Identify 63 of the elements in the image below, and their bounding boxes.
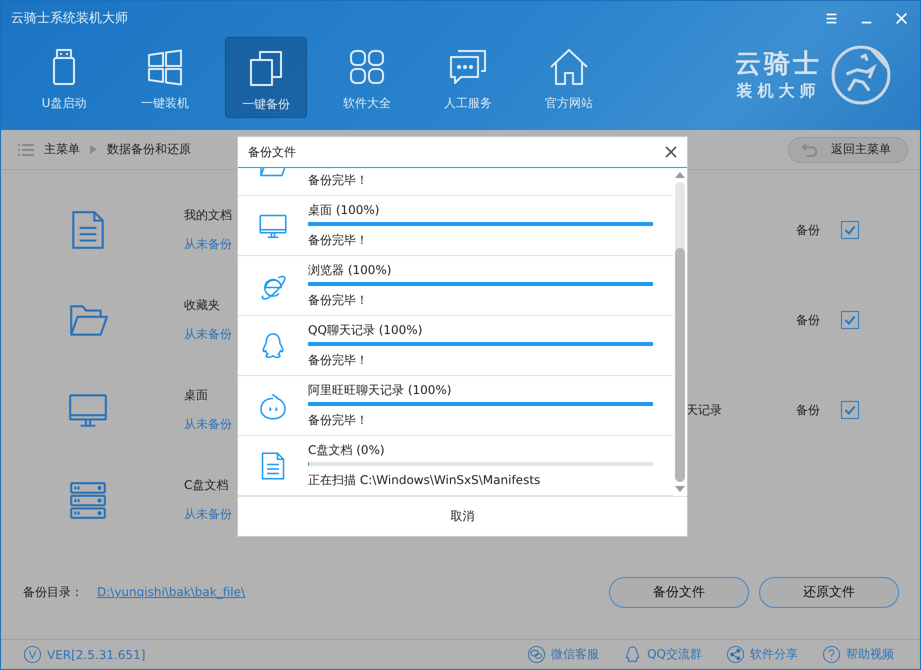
item-status: 备份完毕！ xyxy=(308,172,369,189)
item-status: 备份完毕！ xyxy=(308,232,369,249)
scroll-up-icon[interactable] xyxy=(675,172,685,178)
backup-checkbox[interactable] xyxy=(841,221,859,239)
backup-dir-link[interactable]: D:\yunqishi\bak\bak_file\ xyxy=(97,585,246,599)
backup-dir-label: 备份目录： xyxy=(23,584,83,600)
breadcrumb-current: 数据备份和还原 xyxy=(107,141,191,158)
item-name: 桌面 (100%) xyxy=(308,202,380,219)
item-name: QQ聊天记录 (100%) xyxy=(308,322,424,339)
toolbar-tab[interactable]: 官方网站 xyxy=(528,37,610,118)
chat-icon xyxy=(447,47,489,87)
action-button[interactable]: 备份文件 xyxy=(609,576,749,608)
toolbar-tab[interactable]: 人工服务 xyxy=(427,37,509,118)
version-text: VER[2.5.31.651] xyxy=(47,648,146,662)
item-name: 浏览器 (100%) xyxy=(308,262,392,279)
item-status: 备份完毕！ xyxy=(308,352,369,369)
menu-icon[interactable] xyxy=(825,12,838,24)
breadcrumb-link[interactable]: 主菜单 xyxy=(44,141,80,158)
share-icon xyxy=(726,645,745,664)
footer-link[interactable]: QQ交流群 xyxy=(647,646,702,663)
action-button[interactable]: 还原文件 xyxy=(759,576,899,608)
logo-name: 云骑士 xyxy=(735,48,822,81)
logo-subtitle: 装机大师 xyxy=(736,81,820,102)
item-name: C盘文档 (0%) xyxy=(308,442,386,459)
scroll-down-icon[interactable] xyxy=(675,486,685,492)
toolbar-tab[interactable]: 一键装机 xyxy=(124,37,206,118)
undo-icon xyxy=(801,142,819,156)
backup-checkbox[interactable] xyxy=(841,401,859,419)
checkbox-label: 备份 xyxy=(796,402,821,418)
toolbar-tab[interactable]: 一键备份 xyxy=(225,37,307,118)
backup-status[interactable]: 从未备份 xyxy=(184,506,232,523)
server-icon xyxy=(67,479,109,521)
item-name: 我的文档 xyxy=(184,207,232,224)
chat-bubbles-icon xyxy=(527,645,546,664)
item-name: C盘文档 xyxy=(184,477,228,494)
close-icon[interactable] xyxy=(665,146,677,158)
back-button[interactable]: 返回主菜单 xyxy=(788,136,908,162)
triangle-icon xyxy=(90,145,97,154)
footer-link[interactable]: 微信客服 xyxy=(551,646,600,663)
footer-link[interactable]: 帮助视频 xyxy=(846,646,894,663)
dialog-title: 备份文件 xyxy=(248,144,296,160)
backup-checkbox[interactable] xyxy=(841,311,859,329)
item-status: 正在扫描 C:\Windows\WinSxS\Manifests xyxy=(308,472,542,489)
toolbar-tab[interactable]: U盘启动 xyxy=(23,37,105,118)
backup-status[interactable]: 从未备份 xyxy=(184,416,232,433)
window-title: 云骑士系统装机大师 xyxy=(11,10,128,27)
checkbox-label: 备份 xyxy=(796,312,821,328)
item-name: 阿里旺旺聊天记录 (100%) xyxy=(308,382,452,399)
version-icon xyxy=(23,645,42,664)
backup-status[interactable]: 从未备份 xyxy=(184,236,232,253)
toolbar-tab[interactable]: 软件大全 xyxy=(326,37,408,118)
footer-link[interactable]: 软件分享 xyxy=(750,646,798,663)
home-icon xyxy=(548,47,590,87)
cancel-button[interactable]: 取消 xyxy=(444,507,480,526)
item-status: 备份完毕！ xyxy=(308,292,369,309)
help-icon xyxy=(822,645,841,664)
item-name: 天记录 xyxy=(686,402,722,416)
list-icon xyxy=(18,144,34,156)
checkbox-label: 备份 xyxy=(796,222,821,238)
item-name: 收藏夹 xyxy=(184,297,220,314)
item-name: 桌面 xyxy=(184,387,208,404)
item-status: 备份完毕！ xyxy=(308,412,369,429)
backup-status[interactable]: 从未备份 xyxy=(184,326,232,343)
